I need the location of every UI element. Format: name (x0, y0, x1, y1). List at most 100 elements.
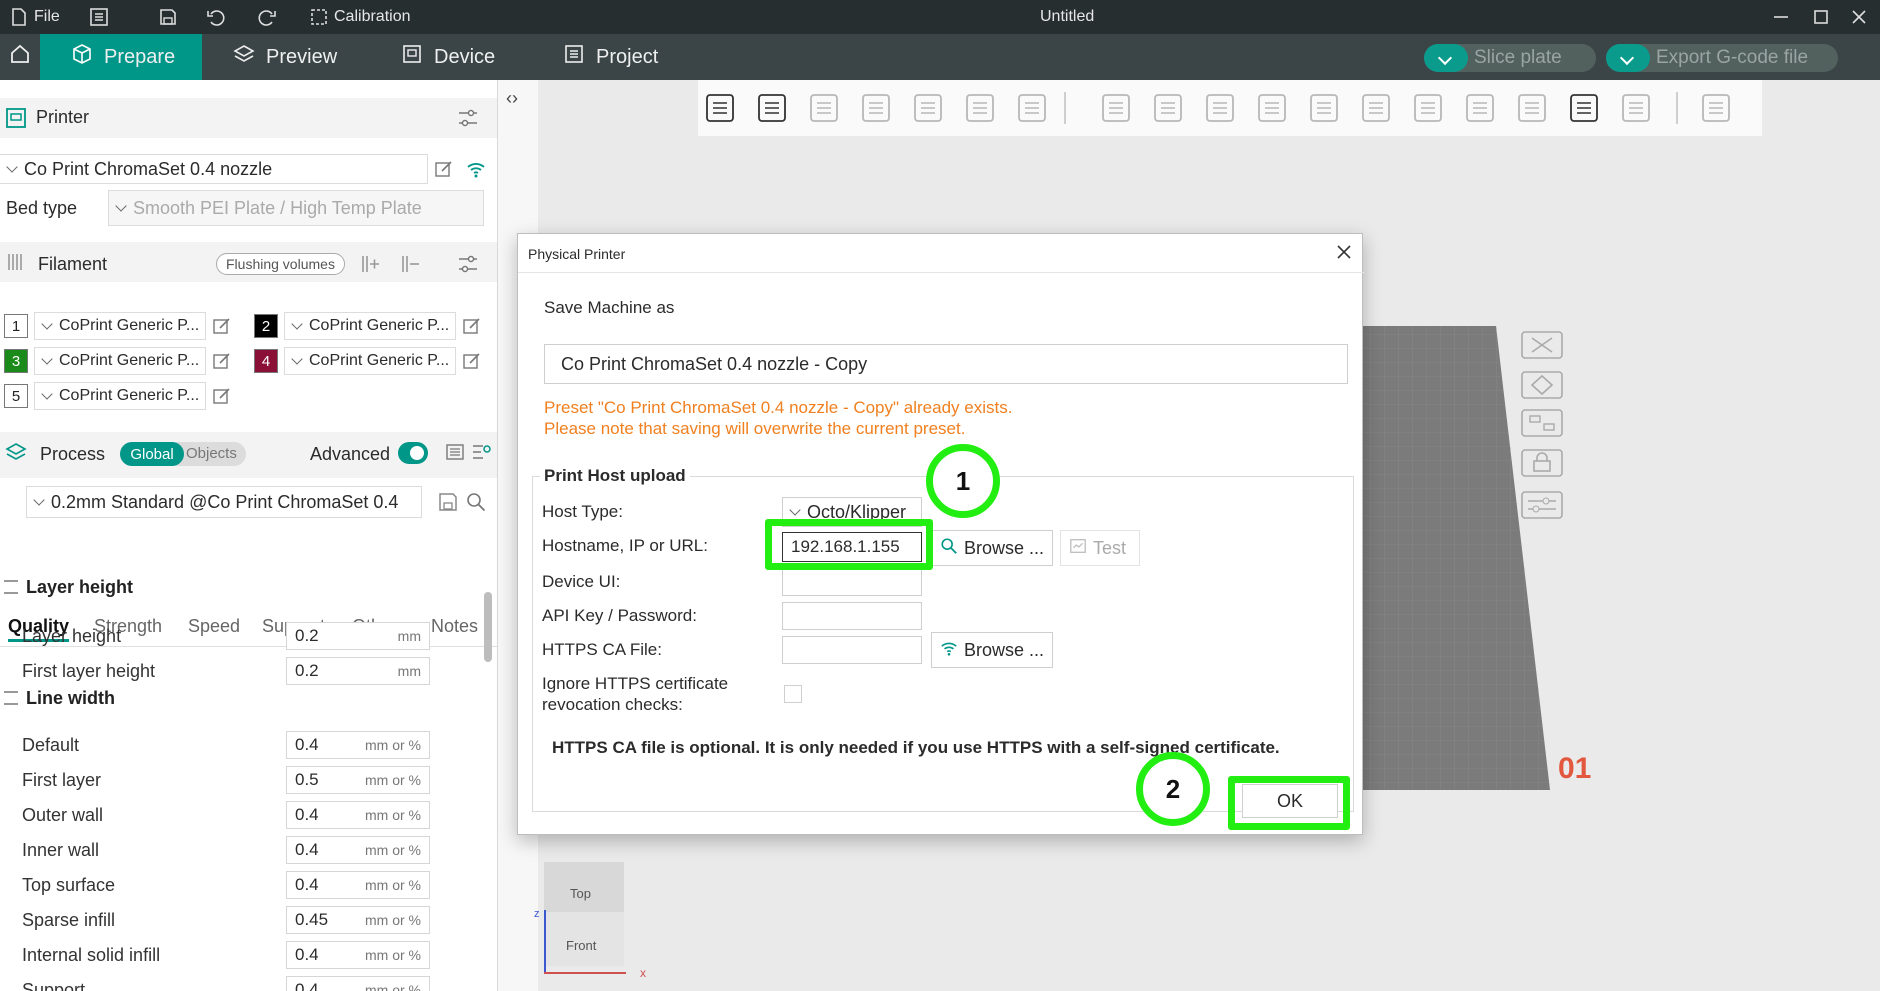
measure-icon[interactable] (1618, 90, 1654, 126)
search-settings-icon[interactable] (470, 440, 494, 464)
setting-value-input[interactable]: 0.2 mm (286, 622, 430, 650)
file-icon[interactable] (8, 6, 30, 28)
cut-icon[interactable] (1306, 90, 1342, 126)
tab-prepare[interactable]: Prepare (40, 34, 202, 80)
save-preset-icon[interactable] (436, 490, 460, 514)
calibration-menu[interactable]: Calibration (334, 8, 410, 26)
move-icon[interactable] (1098, 90, 1134, 126)
machine-name-input[interactable]: Co Print ChromaSet 0.4 nozzle - Copy (544, 344, 1348, 384)
device-ui-input[interactable] (782, 568, 922, 596)
filament-select[interactable]: CoPrint Generic P... (34, 382, 206, 410)
ca-file-browse-button[interactable]: Browse ... (931, 632, 1053, 668)
seam-paint-icon[interactable] (1462, 90, 1498, 126)
arrange-icon[interactable] (858, 90, 894, 126)
filament-select[interactable]: CoPrint Generic P... (34, 312, 206, 340)
advanced-toggle[interactable] (398, 442, 428, 464)
edit-filament-icon[interactable] (212, 386, 232, 406)
flushing-volumes-button[interactable]: Flushing volumes (216, 253, 345, 275)
setting-value-input[interactable]: 0.2 mm (286, 657, 430, 685)
plate-arrange-icon[interactable] (1520, 408, 1564, 438)
setting-value-input[interactable]: 0.4 mm or % (286, 941, 430, 969)
redo-icon[interactable] (256, 6, 278, 28)
view-cube[interactable]: Top Front z x (534, 862, 646, 982)
slice-plate-button[interactable]: Slice plate (1424, 44, 1596, 72)
assembly-icon[interactable] (1698, 90, 1734, 126)
setting-value-input[interactable]: 0.4 mm or % (286, 871, 430, 899)
maximize-icon[interactable] (1810, 6, 1832, 28)
save-icon[interactable] (157, 6, 179, 28)
plate-orient-icon[interactable] (1520, 370, 1564, 400)
settings-scrollbar[interactable] (484, 592, 492, 662)
process-preset-select[interactable]: 0.2mm Standard @Co Print ChromaSet 0.4 (26, 486, 422, 518)
auto-orient-icon[interactable] (806, 90, 842, 126)
tab-preview[interactable]: Preview (232, 34, 337, 80)
dialog-close-icon[interactable] (1334, 242, 1354, 262)
tab-notes[interactable]: Notes (431, 616, 478, 637)
bed-type-select[interactable]: Smooth PEI Plate / High Temp Plate (108, 190, 484, 226)
minimize-icon[interactable] (1770, 6, 1792, 28)
filament-settings-icon[interactable] (456, 252, 480, 276)
layers-view-icon[interactable] (1014, 90, 1050, 126)
printer-select[interactable]: Co Print ChromaSet 0.4 nozzle (0, 154, 428, 184)
https-ca-file-input[interactable] (782, 636, 922, 664)
export-gcode-button[interactable]: Export G-code file (1606, 44, 1838, 72)
file-menu[interactable]: File (34, 8, 60, 26)
lay-on-face-icon[interactable] (1254, 90, 1290, 126)
setting-value-input[interactable]: 0.5 mm or % (286, 766, 430, 794)
test-button[interactable]: Test (1060, 530, 1140, 566)
filament-color-swatch[interactable]: 2 (254, 314, 278, 338)
setting-value-input[interactable]: 0.4 mm or % (286, 731, 430, 759)
edit-filament-icon[interactable] (212, 351, 232, 371)
hostname-browse-button[interactable]: Browse ... (931, 530, 1053, 566)
setting-value-input[interactable]: 0.45 mm or % (286, 906, 430, 934)
objects-toggle[interactable]: Objects (186, 445, 237, 462)
split-parts-icon[interactable] (962, 90, 998, 126)
plate-settings-icon[interactable] (1520, 490, 1564, 520)
tab-speed[interactable]: Speed (188, 616, 240, 637)
wifi-icon[interactable] (466, 159, 486, 179)
global-objects-switch[interactable]: Global Objects (120, 442, 246, 466)
filament-select[interactable]: CoPrint Generic P... (284, 347, 456, 375)
view-cube-front[interactable]: Front (544, 912, 624, 966)
global-toggle[interactable]: Global (120, 442, 184, 466)
text-icon[interactable] (1566, 90, 1602, 126)
filament-select[interactable]: CoPrint Generic P... (34, 347, 206, 375)
edit-filament-icon[interactable] (212, 316, 232, 336)
printer-settings-icon[interactable] (456, 106, 480, 130)
color-paint-icon[interactable] (1514, 90, 1550, 126)
calibration-icon[interactable] (308, 6, 330, 28)
menu-icon[interactable] (88, 6, 110, 28)
rotate-icon[interactable] (1150, 90, 1186, 126)
edit-filament-icon[interactable] (462, 351, 482, 371)
remove-filament-icon[interactable] (398, 252, 422, 276)
ignore-revocation-checkbox[interactable] (784, 685, 802, 703)
add-object-icon[interactable] (702, 90, 738, 126)
split-objects-icon[interactable] (910, 90, 946, 126)
api-key-input[interactable] (782, 602, 922, 630)
edit-printer-icon[interactable] (434, 159, 454, 179)
setting-value-input[interactable]: 0.4 mm or % (286, 836, 430, 864)
collapse-panel-icon[interactable]: ‹› (506, 88, 518, 109)
plate-lock-icon[interactable] (1520, 448, 1564, 478)
search-icon[interactable] (464, 490, 488, 514)
filament-color-swatch[interactable]: 5 (4, 384, 28, 408)
view-cube-top[interactable]: Top (544, 862, 624, 912)
edit-filament-icon[interactable] (462, 316, 482, 336)
scale-icon[interactable] (1202, 90, 1238, 126)
filament-color-swatch[interactable]: 1 (4, 314, 28, 338)
home-tab[interactable] (0, 34, 40, 80)
filament-color-swatch[interactable]: 3 (4, 349, 28, 373)
tab-project[interactable]: Project (562, 34, 658, 80)
undo-icon[interactable] (205, 6, 227, 28)
tab-device[interactable]: Device (400, 34, 495, 80)
grid-icon[interactable] (754, 90, 790, 126)
compare-icon[interactable] (444, 440, 468, 464)
setting-value-input[interactable]: 0.4 mm or % (286, 976, 430, 991)
plate-close-icon[interactable] (1520, 330, 1564, 360)
filament-select[interactable]: CoPrint Generic P... (284, 312, 456, 340)
filament-color-swatch[interactable]: 4 (254, 349, 278, 373)
support-paint-icon[interactable] (1410, 90, 1446, 126)
setting-value-input[interactable]: 0.4 mm or % (286, 801, 430, 829)
close-window-icon[interactable] (1848, 6, 1870, 28)
mesh-boolean-icon[interactable] (1358, 90, 1394, 126)
